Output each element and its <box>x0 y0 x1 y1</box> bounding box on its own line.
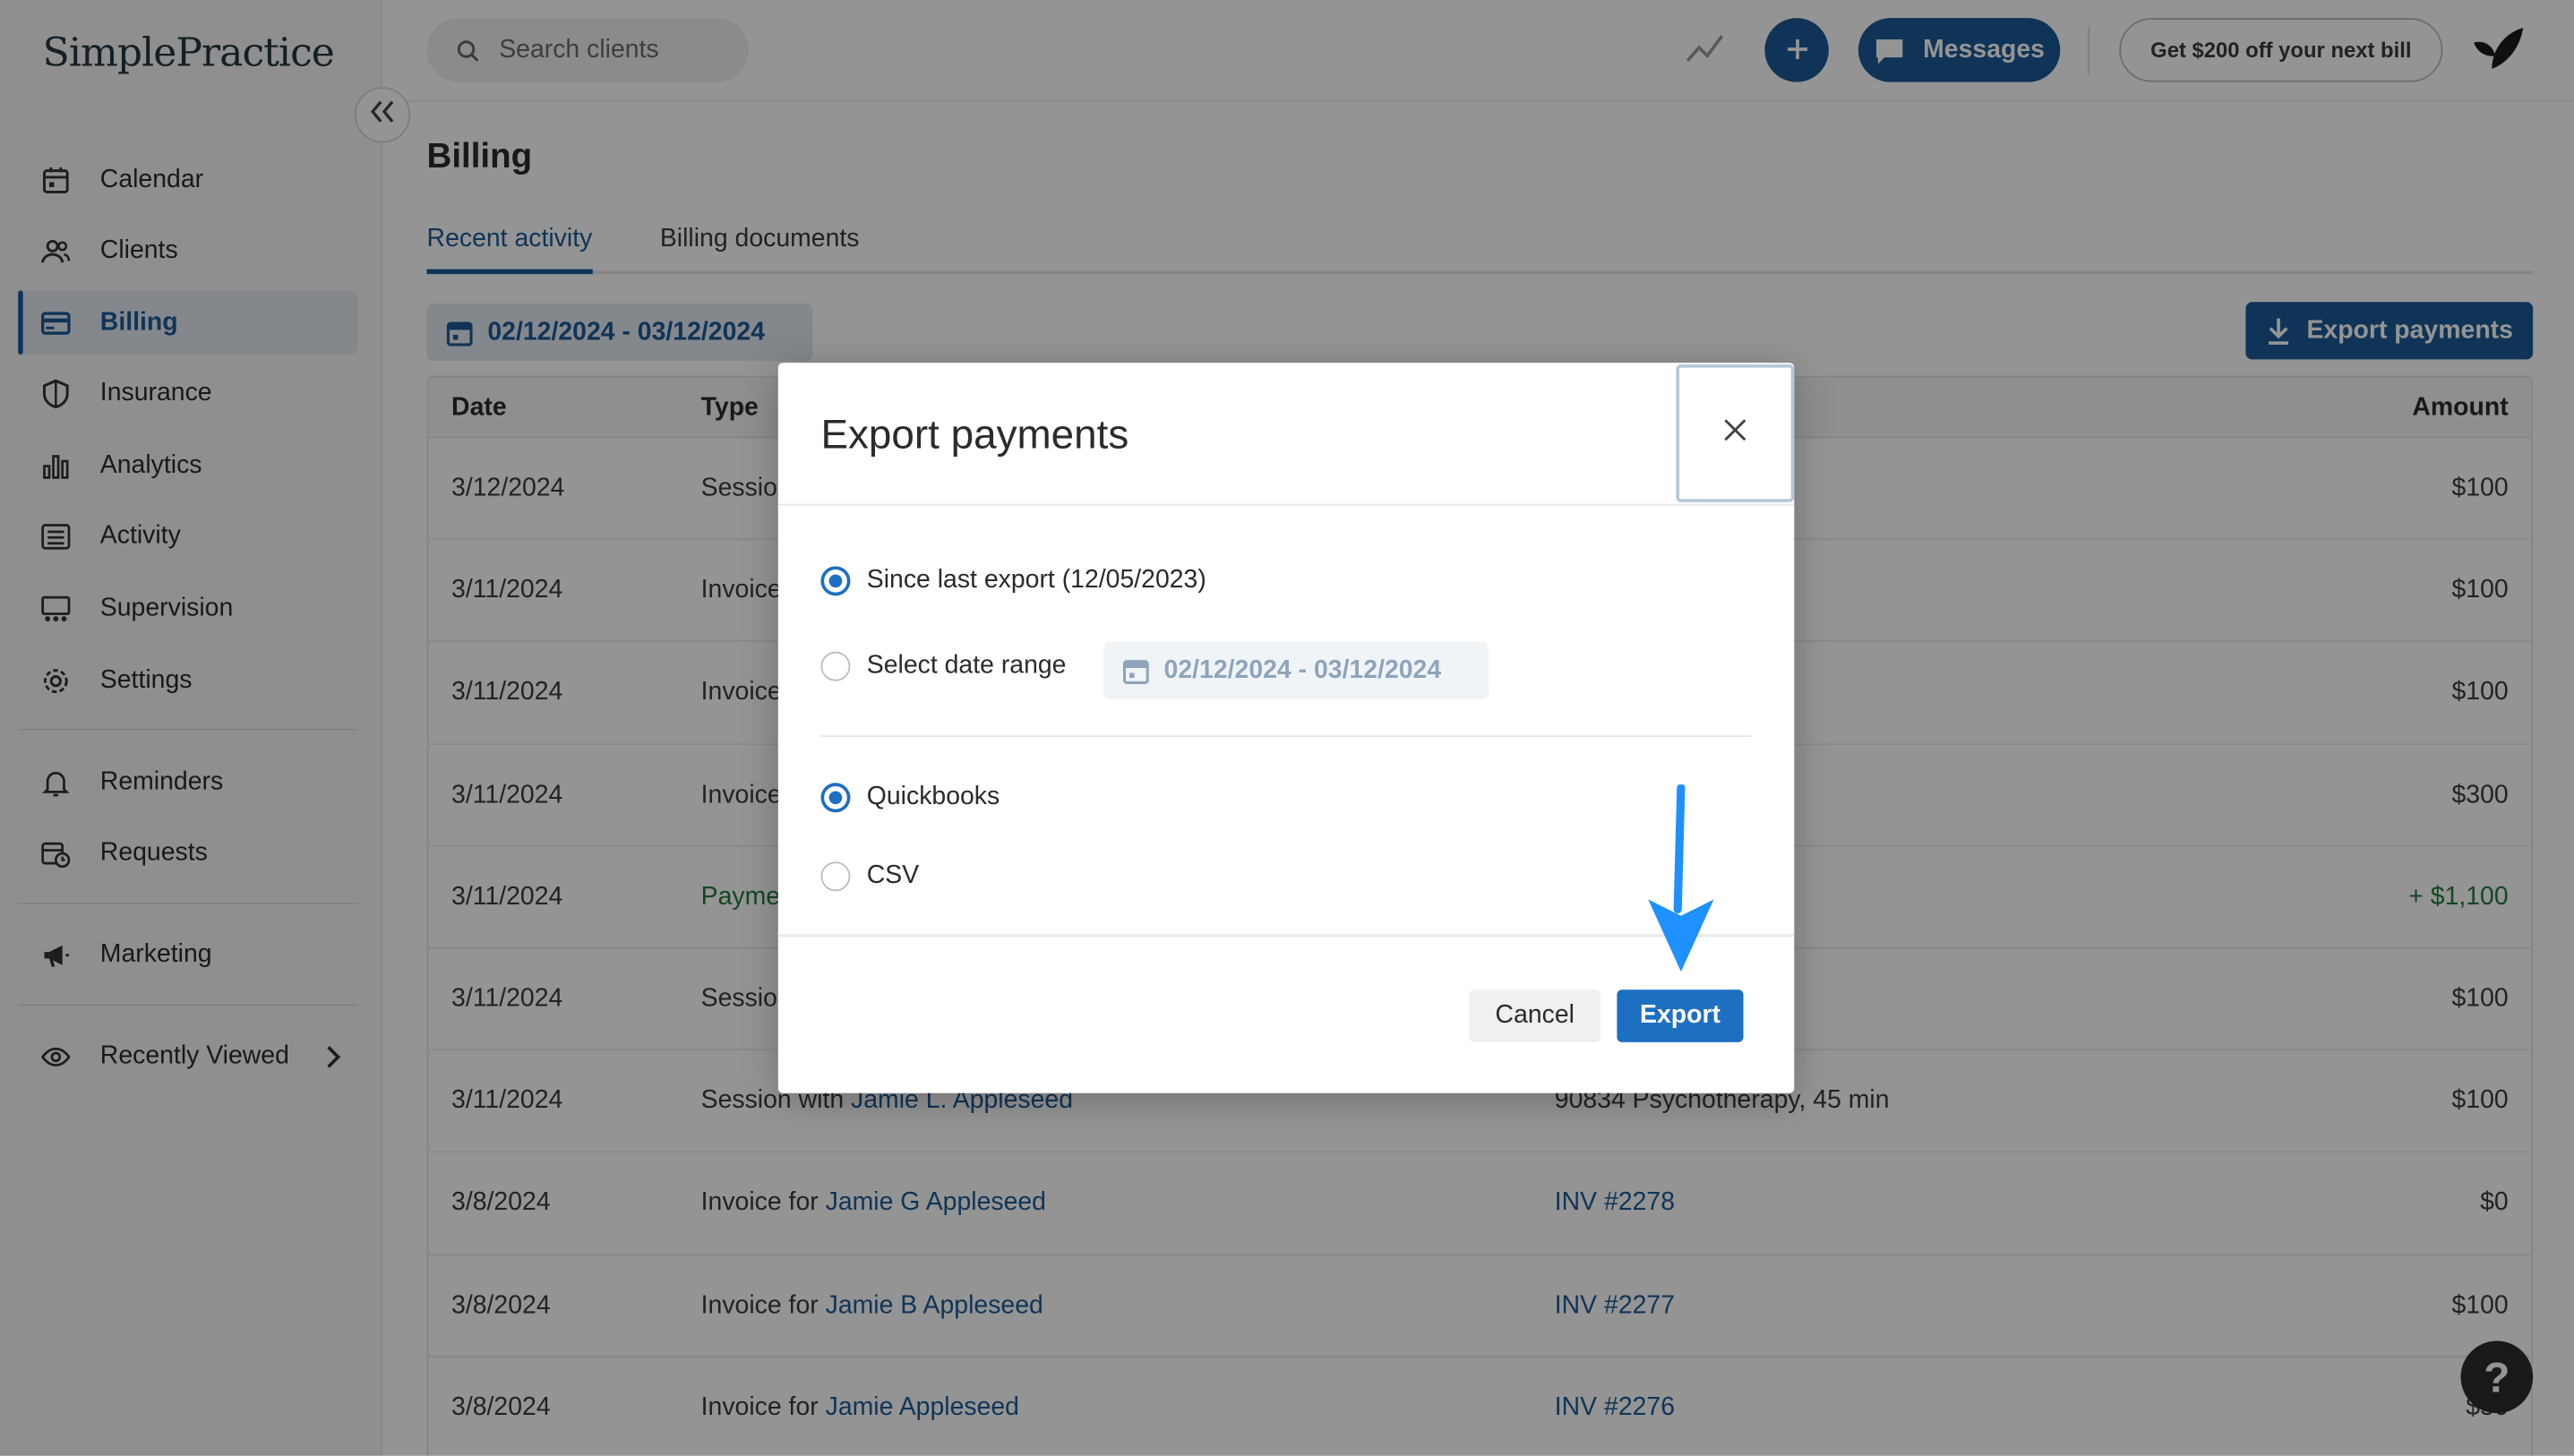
format-label: Quickbooks <box>866 783 1000 811</box>
export-payments-dialog: Export payments Since last export (12/05… <box>777 363 1795 1093</box>
close-button[interactable] <box>1676 364 1795 502</box>
option-label: Select date range <box>866 651 1067 680</box>
export-button[interactable]: Export <box>1617 989 1744 1042</box>
radio-csv[interactable] <box>820 861 851 892</box>
radio-quickbooks[interactable] <box>820 783 851 813</box>
dialog-divider <box>820 735 1752 737</box>
option-label: Since last export (12/05/2023) <box>866 566 1206 595</box>
dialog-title: Export payments <box>820 412 1129 458</box>
radio-select-date-range[interactable] <box>820 651 851 681</box>
format-csv[interactable]: CSV <box>820 861 920 892</box>
date-range-picker[interactable]: 02/12/2024 - 03/12/2024 <box>1103 641 1489 699</box>
dialog-footer: Cancel Export <box>777 933 1795 1093</box>
pointer-arrow-icon <box>1645 784 1718 983</box>
date-range-picker-value: 02/12/2024 - 03/12/2024 <box>1163 655 1442 684</box>
cancel-button[interactable]: Cancel <box>1469 989 1601 1042</box>
dialog-header: Export payments <box>777 363 1795 506</box>
option-since-last-export[interactable]: Since last export (12/05/2023) <box>820 566 1206 596</box>
format-label: CSV <box>866 861 920 890</box>
radio-since-last-export[interactable] <box>820 566 851 596</box>
close-icon <box>1722 416 1748 450</box>
calendar-icon <box>1122 657 1149 684</box>
app-root: SimplePractice Calendar Clients Billing … <box>0 0 2574 1456</box>
option-select-date-range[interactable]: Select date range <box>820 651 1067 681</box>
format-quickbooks[interactable]: Quickbooks <box>820 783 1000 813</box>
